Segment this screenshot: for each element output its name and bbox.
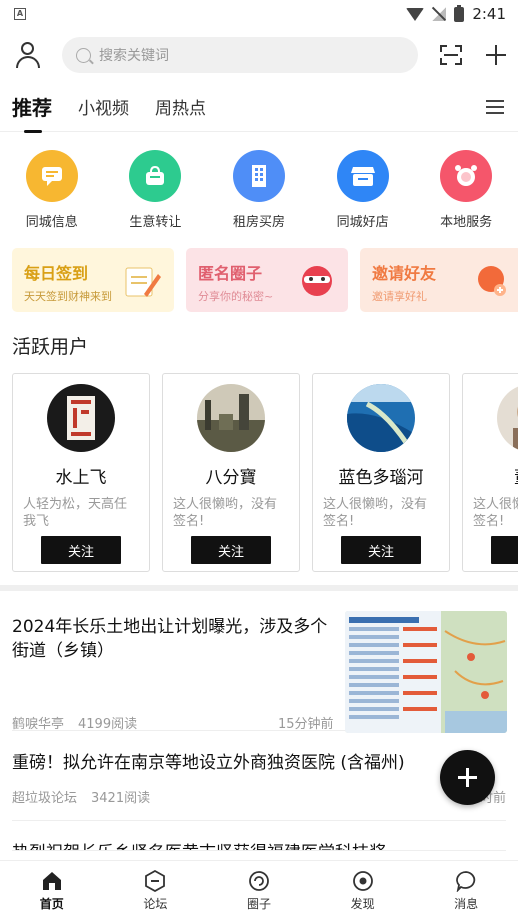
news-source: 鹤唳华亭: [12, 717, 65, 732]
service-grid: 同城信息 生意转让 租房买房 同城好店 本地服务: [0, 132, 518, 230]
search-input[interactable]: 搜索关键词: [62, 37, 418, 73]
invite-bubble-icon: [478, 266, 506, 296]
user-card[interactable]: 蓝色多瑙河 这人很懒哟，没有签名! 关注: [312, 373, 450, 572]
nav-label: 圈子: [246, 896, 271, 911]
scan-icon[interactable]: [440, 45, 462, 65]
notification-a-icon: A: [14, 8, 26, 20]
search-placeholder: 搜索关键词: [99, 48, 169, 64]
home-icon: [42, 871, 61, 890]
nav-label: 首页: [39, 896, 64, 911]
bottom-nav: 首页 论坛 圈子 发现 消息: [0, 860, 518, 920]
avatar[interactable]: [47, 384, 115, 452]
profile-icon[interactable]: [14, 41, 42, 69]
service-local-service[interactable]: 本地服务: [414, 150, 518, 230]
shopping-basket-icon: [129, 150, 182, 202]
service-rent-buy-house[interactable]: 租房买房: [207, 150, 311, 230]
service-label: 同城信息: [25, 215, 78, 230]
nav-circle[interactable]: 圈子: [207, 861, 311, 920]
discover-icon: [352, 870, 373, 891]
tab-recommend[interactable]: 推荐: [12, 92, 52, 133]
service-label: 本地服务: [440, 215, 493, 230]
follow-button[interactable]: 关注: [491, 536, 518, 564]
user-bio: 人轻为松，天高任我飞: [23, 497, 128, 529]
news-title: 2024年长乐土地出让计划曝光，涉及多个街道（乡镇）: [12, 617, 328, 661]
battery-icon: [454, 4, 465, 22]
building-icon: [232, 150, 285, 202]
avatar[interactable]: [347, 384, 415, 452]
tab-short-video[interactable]: 小视频: [78, 94, 129, 119]
message-bubble-icon: [456, 870, 476, 892]
wifi-icon: [406, 7, 425, 21]
user-card[interactable]: 董春 这人很懒哟，没有签名! 关注: [462, 373, 518, 572]
active-users-title: 活跃用户: [12, 336, 89, 358]
news-reads: 4199阅读: [78, 717, 138, 732]
create-post-fab[interactable]: [440, 750, 495, 805]
banner-anonymous-circle[interactable]: 匿名圈子 分享你的秘密~: [186, 248, 348, 312]
nav-discover[interactable]: 发现: [311, 861, 415, 920]
news-source: 超垃圾论坛: [12, 791, 78, 806]
service-label: 同城好店: [336, 215, 389, 230]
news-thumbnail[interactable]: [345, 611, 507, 733]
news-meta: 鹤唳华亭 4199阅读: [12, 713, 137, 732]
tab-weekly-hot[interactable]: 周热点: [155, 94, 206, 119]
menu-icon[interactable]: [486, 100, 504, 114]
news-reads: 3421阅读: [91, 791, 151, 806]
news-feed: 2024年长乐土地出让计划曝光，涉及多个街道（乡镇） 鹤唳华亭 4199阅读 1…: [0, 591, 518, 851]
message-icon: [25, 150, 78, 202]
add-icon[interactable]: [486, 45, 506, 65]
service-label: 租房买房: [232, 215, 285, 230]
follow-button[interactable]: 关注: [341, 536, 421, 564]
forum-icon: [145, 869, 166, 892]
service-business-transfer[interactable]: 生意转让: [104, 150, 208, 230]
nav-home[interactable]: 首页: [0, 861, 104, 920]
news-item[interactable]: 热烈祝贺长乐乡贤名医黄志坚获得福建医学科技奖: [12, 821, 506, 851]
avatar[interactable]: [497, 384, 518, 452]
nav-label: 发现: [350, 896, 375, 911]
user-card[interactable]: 水上飞 人轻为松，天高任我飞 关注: [12, 373, 150, 572]
user-bio: 这人很懒哟，没有签名!: [173, 497, 278, 529]
masked-face-icon: [302, 266, 332, 296]
avatar[interactable]: [197, 384, 265, 452]
status-right: 2:41: [406, 4, 506, 23]
news-title: 重磅！拟允许在南京等地设立外商独资医院 (含福州): [12, 753, 405, 773]
status-time: 2:41: [472, 5, 506, 23]
banner-daily-checkin[interactable]: 每日签到 天天签到财神来到: [12, 248, 174, 312]
promo-banners: 每日签到 天天签到财神来到 匿名圈子 分享你的秘密~ 邀请好友 邀请享好礼: [0, 248, 518, 312]
service-local-shops[interactable]: 同城好店: [311, 150, 415, 230]
news-meta: 超垃圾论坛 3421阅读: [12, 787, 506, 806]
follow-button[interactable]: 关注: [41, 536, 121, 564]
storefront-icon: [336, 150, 389, 202]
service-local-info[interactable]: 同城信息: [0, 150, 104, 230]
news-item[interactable]: 2024年长乐土地出让计划曝光，涉及多个街道（乡镇） 鹤唳华亭 4199阅读 1…: [12, 591, 507, 733]
news-title: 热烈祝贺长乐乡贤名医黄志坚获得福建医学科技奖: [12, 841, 506, 850]
user-name: 蓝色多瑙河: [338, 468, 424, 488]
news-time: 15分钟前: [278, 717, 334, 732]
circle-icon: [249, 870, 269, 891]
follow-button[interactable]: 关注: [191, 536, 271, 564]
user-name: 水上飞: [55, 468, 107, 488]
user-bio: 这人很懒哟，没有签名!: [473, 497, 518, 529]
status-bar: A 2:41: [0, 0, 518, 28]
nav-forum[interactable]: 论坛: [104, 861, 208, 920]
top-bar: 搜索关键词: [0, 28, 518, 82]
user-name: 董春: [514, 463, 518, 488]
search-icon: [76, 47, 91, 63]
user-card[interactable]: 八分寶 这人很懒哟，没有签名! 关注: [162, 373, 300, 572]
notepad-pencil-icon: [125, 267, 161, 297]
no-signal-icon: [432, 7, 447, 21]
alarm-clock-icon: [440, 150, 493, 202]
feed-tabs: 推荐 小视频 周热点: [0, 82, 518, 133]
nav-messages[interactable]: 消息: [414, 861, 518, 920]
user-name: 八分寶: [205, 468, 257, 488]
nav-label: 论坛: [143, 896, 168, 911]
news-item[interactable]: 重磅！拟允许在南京等地设立外商独资医院 (含福州) 超垃圾论坛 3421阅读 1…: [12, 731, 506, 821]
user-bio: 这人很懒哟，没有签名!: [323, 497, 428, 529]
nav-label: 消息: [454, 896, 479, 911]
service-label: 生意转让: [129, 215, 182, 230]
banner-invite-friends[interactable]: 邀请好友 邀请享好礼: [360, 248, 518, 312]
active-users-list: 水上飞 人轻为松，天高任我飞 关注 八分寶 这人很懒哟，没有签名! 关注 蓝色多…: [0, 373, 518, 572]
